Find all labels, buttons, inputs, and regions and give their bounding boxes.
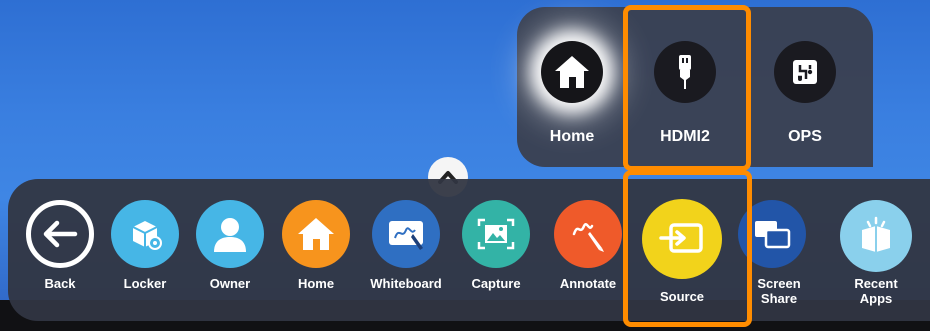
- dock-item-label: Owner: [209, 276, 251, 291]
- dock-item-label: Recent Apps: [854, 276, 898, 306]
- source-button[interactable]: Source: [638, 179, 726, 321]
- source-item-home[interactable]: Home: [517, 7, 627, 167]
- back-arrow-icon: [26, 200, 94, 268]
- dock-item-label: Capture: [471, 276, 521, 291]
- dock-item-label: Screen Share: [757, 276, 801, 306]
- source-item-label: Home: [549, 128, 595, 145]
- capture-icon: [462, 200, 530, 268]
- dock-item-label: Annotate: [559, 276, 617, 291]
- home-icon: [282, 200, 350, 268]
- capture-button[interactable]: Capture: [456, 179, 536, 321]
- annotate-button[interactable]: Annotate: [548, 179, 628, 321]
- ops-icon: [774, 41, 836, 103]
- source-menu: Home HDMI2 OPS: [517, 7, 873, 167]
- whiteboard-button[interactable]: Whiteboard: [364, 179, 448, 321]
- back-button[interactable]: Back: [19, 179, 101, 321]
- whiteboard-icon: [372, 200, 440, 268]
- source-item-ops[interactable]: OPS: [750, 7, 860, 167]
- locker-icon: [111, 200, 179, 268]
- source-item-hdmi2[interactable]: HDMI2: [630, 7, 740, 167]
- recent-apps-button[interactable]: Recent Apps: [836, 179, 916, 321]
- screen-share-icon: [737, 200, 806, 268]
- dock-item-label: Home: [297, 276, 335, 291]
- toolbar-dock: Back Locker Owner Home Whiteboard Captur…: [8, 179, 930, 321]
- dock-item-label: Source: [659, 289, 705, 304]
- dock-item-label: Locker: [123, 276, 167, 291]
- home-button[interactable]: Home: [278, 179, 354, 321]
- locker-button[interactable]: Locker: [107, 179, 183, 321]
- source-item-label: OPS: [788, 128, 822, 145]
- home-icon: [541, 41, 603, 103]
- dock-item-label: Whiteboard: [370, 276, 442, 291]
- annotate-icon: [554, 200, 622, 268]
- source-icon: [642, 199, 722, 279]
- owner-button[interactable]: Owner: [191, 179, 269, 321]
- hdmi-icon: [654, 41, 716, 103]
- recent-apps-icon: [840, 200, 912, 272]
- owner-icon: [196, 200, 264, 268]
- dock-item-label: Back: [44, 276, 76, 291]
- screen-share-button[interactable]: Screen Share: [737, 179, 815, 321]
- source-item-label: HDMI2: [660, 128, 710, 145]
